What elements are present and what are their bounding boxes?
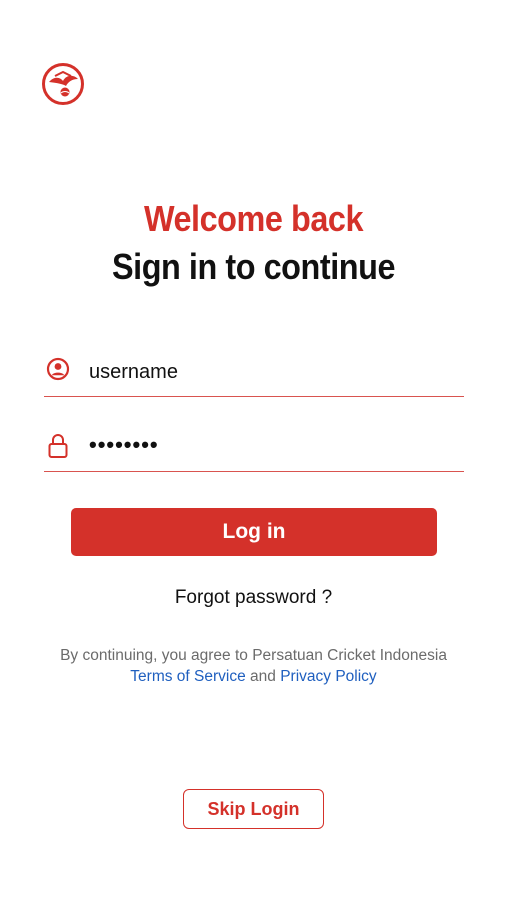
signin-subtitle: Sign in to continue — [111, 246, 396, 287]
login-button[interactable]: Log in — [71, 508, 437, 556]
privacy-policy-link[interactable]: Privacy Policy — [280, 668, 376, 685]
username-input[interactable]: username — [89, 361, 178, 384]
terms-prefix-text: By continuing, you agree to Persatuan Cr… — [60, 647, 447, 664]
terms-and-text: and — [250, 668, 276, 685]
password-field[interactable]: •••••••• — [44, 432, 464, 472]
welcome-title: Welcome back — [143, 198, 364, 239]
app-logo — [41, 62, 85, 106]
terms-notice: By continuing, you agree to Persatuan Cr… — [0, 645, 507, 687]
skip-login-button[interactable]: Skip Login — [183, 789, 324, 829]
user-circle-icon — [46, 357, 70, 385]
password-input[interactable]: •••••••• — [89, 432, 159, 458]
terms-of-service-link[interactable]: Terms of Service — [130, 668, 245, 685]
lock-icon — [46, 432, 70, 460]
username-field[interactable]: username — [44, 357, 464, 397]
forgot-password-link[interactable]: Forgot password ? — [0, 587, 507, 609]
